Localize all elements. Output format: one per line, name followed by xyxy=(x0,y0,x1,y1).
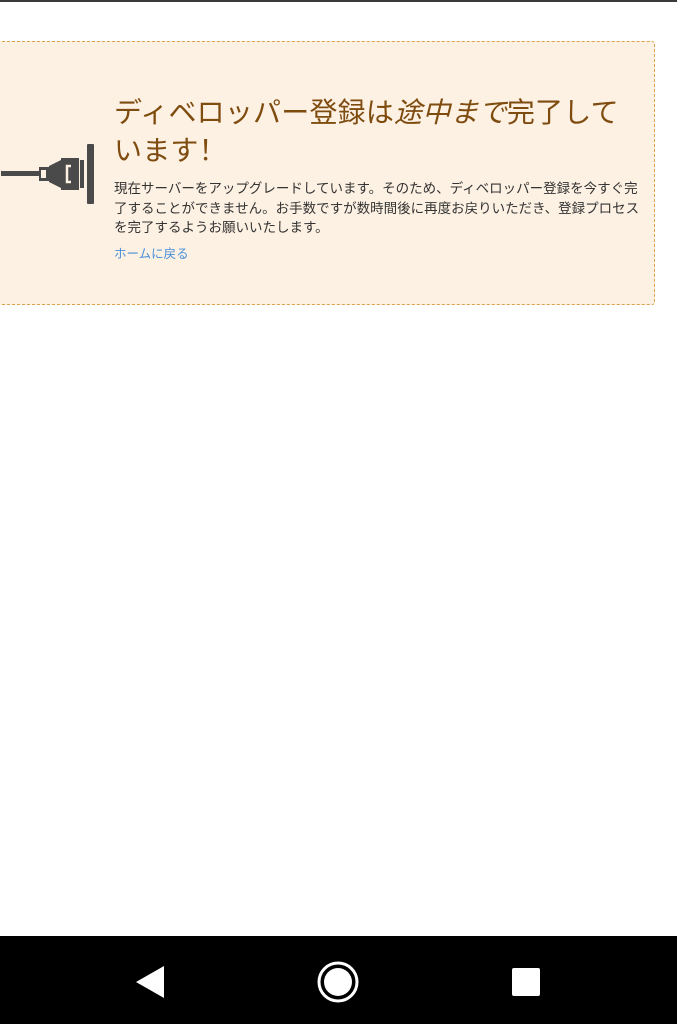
notice-description: 現在サーバーをアップグレードしています。そのため、ディベロッパー登録を今すぐ完了… xyxy=(114,181,640,236)
plug-icon xyxy=(1,144,94,204)
notice-title: ディベロッパー登録は途中まで完了しています！ xyxy=(114,94,642,170)
top-edge-line xyxy=(0,0,677,2)
title-part-1: ディベロッパー登録は xyxy=(114,96,395,129)
back-triangle-icon[interactable] xyxy=(128,960,172,1004)
page: ディベロッパー登録は途中まで完了しています！ 現在サーバーをアップグレードしてい… xyxy=(0,0,677,1024)
title-emphasis: 途中まで xyxy=(394,96,507,129)
android-navigation-bar xyxy=(0,936,677,1024)
recents-square-icon[interactable] xyxy=(504,960,548,1004)
home-circle-icon[interactable] xyxy=(316,960,360,1004)
registration-notice-box: ディベロッパー登録は途中まで完了しています！ 現在サーバーをアップグレードしてい… xyxy=(0,41,655,305)
notice-content: ディベロッパー登録は途中まで完了しています！ 現在サーバーをアップグレードしてい… xyxy=(114,94,642,262)
home-link[interactable]: ホームに戻る xyxy=(114,243,189,262)
